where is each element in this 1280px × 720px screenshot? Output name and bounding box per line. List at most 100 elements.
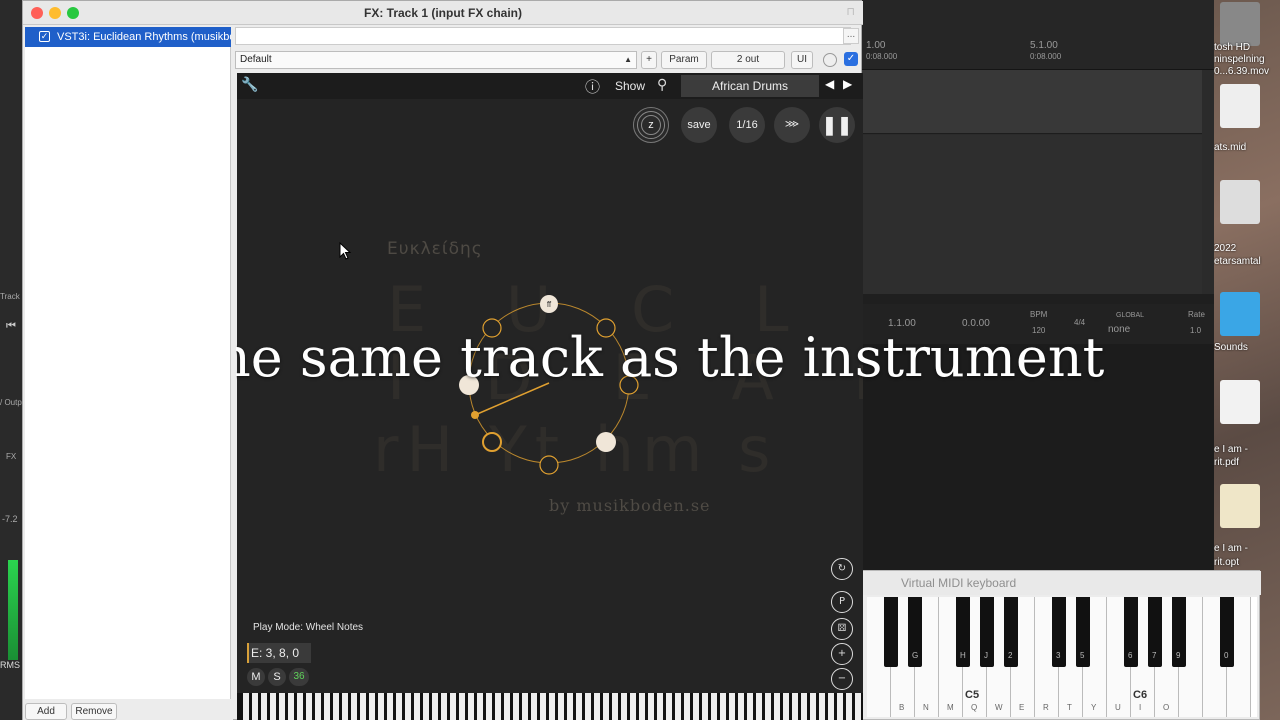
track-lane[interactable] — [862, 70, 1202, 134]
plugin-piano-key[interactable] — [531, 693, 537, 720]
plugin-piano-key[interactable] — [243, 693, 249, 720]
plugin-piano-key[interactable] — [612, 693, 618, 720]
plugin-piano-key[interactable] — [387, 693, 393, 720]
plugin-piano-key[interactable] — [549, 693, 555, 720]
preset-dropdown[interactable]: Default ▲▼ — [235, 51, 637, 80]
plugin-piano-key[interactable] — [738, 693, 744, 720]
dice-icon[interactable]: ⚄ — [831, 618, 853, 640]
plugin-piano-key[interactable] — [774, 693, 780, 720]
plugin-piano-strip[interactable] — [237, 693, 863, 720]
plugin-piano-key[interactable] — [270, 693, 276, 720]
plugin-piano-key[interactable] — [405, 693, 411, 720]
wheel-step-active[interactable] — [596, 432, 616, 452]
euclid-params-field[interactable]: E: 3, 8, 0 — [247, 643, 311, 663]
plugin-piano-key[interactable] — [288, 693, 294, 720]
empty-lanes[interactable] — [862, 135, 1202, 295]
fx-list-item[interactable]: ✓ VST3i: Euclidean Rhythms (musikboden) — [25, 27, 231, 47]
fx-list[interactable]: ✓ VST3i: Euclidean Rhythms (musikboden) — [25, 27, 231, 699]
plugin-piano-key[interactable] — [297, 693, 303, 720]
plugin-piano-key[interactable] — [432, 693, 438, 720]
plugin-piano-key[interactable] — [540, 693, 546, 720]
fx-enable-checkbox[interactable]: ✓ — [39, 31, 50, 42]
plugin-piano-key[interactable] — [702, 693, 708, 720]
plugin-piano-key[interactable] — [396, 693, 402, 720]
bypass-checkbox[interactable]: ✓ — [844, 52, 858, 66]
vmk-keyboard[interactable]: B N M Q W E R T Y U I O G H J 2 3 5 6 7 9 0 C5 C6 — [867, 597, 1257, 717]
plugin-piano-key[interactable] — [801, 693, 807, 720]
param-button[interactable]: Param — [661, 51, 707, 69]
plugin-piano-key[interactable] — [315, 693, 321, 720]
plugin-piano-key[interactable] — [414, 693, 420, 720]
plugin-piano-key[interactable] — [819, 693, 825, 720]
plugin-piano-key[interactable] — [351, 693, 357, 720]
pin-icon[interactable]: ⊓ — [846, 5, 855, 18]
plugin-piano-key[interactable] — [711, 693, 717, 720]
plugin-piano-key[interactable] — [684, 693, 690, 720]
plugin-piano-key[interactable] — [342, 693, 348, 720]
plugin-piano-key[interactable] — [621, 693, 627, 720]
plugin-piano-key[interactable] — [261, 693, 267, 720]
p-button[interactable]: P — [831, 591, 853, 613]
plugin-piano-key[interactable] — [855, 693, 861, 720]
plugin-piano-key[interactable] — [720, 693, 726, 720]
plugin-piano-key[interactable] — [783, 693, 789, 720]
plugin-piano-key[interactable] — [513, 693, 519, 720]
plugin-piano-key[interactable] — [477, 693, 483, 720]
plugin-piano-key[interactable] — [450, 693, 456, 720]
plugin-piano-key[interactable] — [558, 693, 564, 720]
more-button[interactable]: ... — [843, 28, 859, 44]
plugin-piano-key[interactable] — [486, 693, 492, 720]
solo-button[interactable]: S — [268, 668, 286, 686]
plugin-piano-key[interactable] — [576, 693, 582, 720]
plugin-piano-key[interactable] — [729, 693, 735, 720]
refresh-icon[interactable]: ↻ — [831, 558, 853, 580]
plugin-piano-key[interactable] — [810, 693, 816, 720]
plugin-piano-key[interactable] — [594, 693, 600, 720]
score-file-icon[interactable] — [1220, 484, 1260, 528]
mute-button[interactable]: M — [247, 668, 265, 686]
add-preset-button[interactable]: + — [641, 51, 657, 69]
timeline-ruler[interactable]: 1.00 0:08.000 5.1.00 0:08.000 — [862, 0, 1214, 70]
plugin-piano-key[interactable] — [765, 693, 771, 720]
wet-knob[interactable] — [823, 53, 837, 67]
io-button[interactable]: 2 out — [711, 51, 785, 69]
plugin-piano-key[interactable] — [495, 693, 501, 720]
plugin-piano-key[interactable] — [837, 693, 843, 720]
wheel-step[interactable] — [539, 455, 559, 475]
plugin-piano-key[interactable] — [360, 693, 366, 720]
plugin-piano-key[interactable] — [567, 693, 573, 720]
midi-file-icon[interactable] — [1220, 84, 1260, 128]
window-titlebar[interactable]: FX: Track 1 (input FX chain) ⊓ — [23, 1, 863, 25]
remove-fx-button[interactable]: Remove — [71, 703, 117, 720]
play-mode-label[interactable]: Play Mode: Wheel Notes — [253, 622, 363, 633]
plugin-piano-key[interactable] — [693, 693, 699, 720]
horizontal-scrollbar[interactable] — [862, 294, 1214, 304]
plugin-piano-key[interactable] — [648, 693, 654, 720]
plugin-piano-key[interactable] — [252, 693, 258, 720]
plugin-piano-key[interactable] — [468, 693, 474, 720]
plugin-piano-key[interactable] — [279, 693, 285, 720]
piano-black-key[interactable] — [884, 597, 898, 667]
plugin-piano-key[interactable] — [630, 693, 636, 720]
remove-icon[interactable]: − — [831, 668, 853, 690]
plugin-piano-key[interactable] — [441, 693, 447, 720]
hard-drive-icon[interactable] — [1220, 2, 1260, 46]
add-icon[interactable]: + — [831, 643, 853, 665]
plugin-piano-key[interactable] — [792, 693, 798, 720]
plugin-piano-key[interactable] — [504, 693, 510, 720]
plugin-piano-key[interactable] — [846, 693, 852, 720]
plugin-piano-key[interactable] — [666, 693, 672, 720]
plugin-piano-key[interactable] — [657, 693, 663, 720]
plugin-piano-key[interactable] — [603, 693, 609, 720]
plugin-piano-key[interactable] — [423, 693, 429, 720]
plugin-piano-key[interactable] — [522, 693, 528, 720]
note-number-badge[interactable]: 36 — [289, 668, 309, 686]
plugin-piano-key[interactable] — [639, 693, 645, 720]
plugin-piano-key[interactable] — [585, 693, 591, 720]
plugin-piano-key[interactable] — [306, 693, 312, 720]
document-icon[interactable] — [1220, 180, 1260, 224]
fx-name-field[interactable] — [235, 27, 851, 45]
plugin-piano-key[interactable] — [675, 693, 681, 720]
plugin-piano-key[interactable] — [333, 693, 339, 720]
plugin-piano-key[interactable] — [747, 693, 753, 720]
